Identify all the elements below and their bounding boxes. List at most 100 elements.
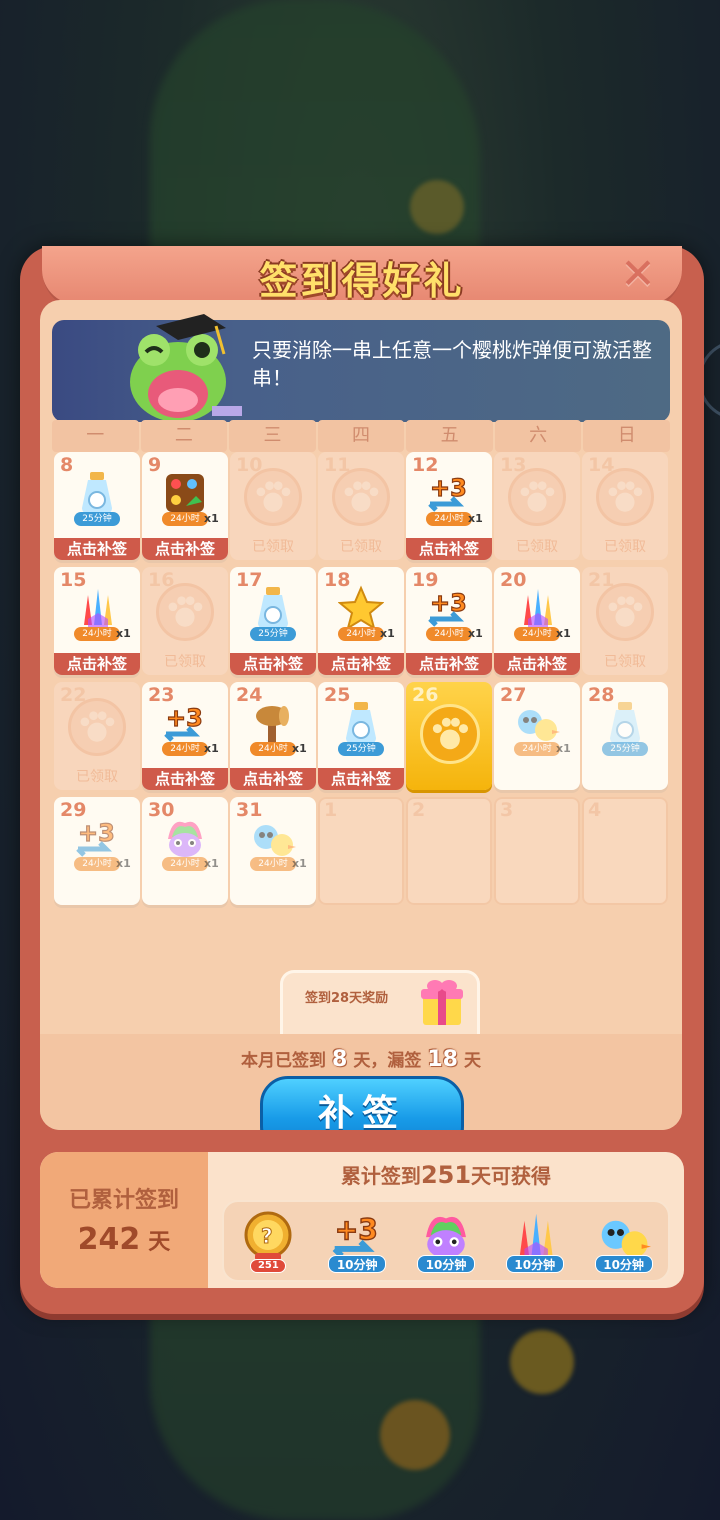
calendar-day-9[interactable]: 9 24小时 x1 点击补签 (142, 452, 228, 560)
reward-duration: 24小时 (338, 627, 384, 641)
critters-icon (514, 700, 560, 746)
svg-text:+3: +3 (430, 474, 467, 502)
panel-title: 签到得好礼 (259, 259, 465, 303)
reward-duration: 25分钟 (602, 742, 648, 756)
calendar-day-10: 10 已领取 (230, 452, 316, 560)
claimed-label: 已领取 (76, 769, 118, 785)
critters-icon (250, 815, 296, 861)
claimed-label: 已领取 (340, 539, 382, 555)
weekday-label: 一 (52, 420, 139, 452)
plus3-icon: +3 (162, 700, 208, 746)
calendar-day-25[interactable]: 25 25分钟 点击补签 (318, 682, 404, 790)
makeup-label: 点击补签 (406, 653, 492, 675)
cumulative-reward[interactable]: ? 251 (235, 1205, 301, 1277)
reward-duration: 25分钟 (74, 512, 120, 526)
calendar-day-18[interactable]: 18 24小时 x1 点击补签 (318, 567, 404, 675)
reward-duration: 25分钟 (250, 627, 296, 641)
calendar-day-31: 31 24小时 x1 (230, 797, 316, 905)
calendar-day-24[interactable]: 24 24小时 x1 点击补签 (230, 682, 316, 790)
reward-quantity: x1 (292, 857, 307, 870)
day-number: 26 (412, 684, 439, 706)
reward-duration: 25分钟 (338, 742, 384, 756)
reward-duration: 24小时 (250, 742, 296, 756)
reward-quantity: x1 (204, 742, 219, 755)
weekday-label: 二 (140, 420, 228, 452)
cumulative-reward[interactable]: 10分钟 (502, 1205, 568, 1277)
cumulative-reward[interactable]: +3 10分钟 (324, 1205, 390, 1277)
calendar-area: 只要消除一串上任意一个樱桃炸弹便可激活整串！ 一 二 三 四 五 六 日 8 25… (40, 300, 682, 1130)
day-number: 4 (588, 799, 602, 821)
tip-banner: 只要消除一串上任意一个樱桃炸弹便可激活整串！ (52, 314, 670, 422)
gift-icon (421, 980, 463, 1025)
calendar-day-23[interactable]: 23 +3 24小时 x1 点击补签 (142, 682, 228, 790)
bird-icon (162, 815, 208, 861)
medal-icon: ? (241, 1209, 295, 1263)
makeup-label: 点击补签 (406, 538, 492, 560)
reward-quantity: x1 (468, 627, 483, 640)
reward-duration: 24小时 (162, 857, 208, 871)
calendar-day-8[interactable]: 8 25分钟 点击补签 (54, 452, 140, 560)
makeup-label: 点击补签 (318, 768, 404, 790)
calendar-day-12[interactable]: 12 +3 24小时 x1 点击补签 (406, 452, 492, 560)
svg-text:+3: +3 (430, 589, 467, 617)
calendar-day-19[interactable]: 19 +3 24小时 x1 点击补签 (406, 567, 492, 675)
cumulative-goal: 累计签到251天可获得 (208, 1160, 684, 1189)
bonus-label: 签到28天奖励 (305, 991, 389, 1006)
weekday-label: 日 (583, 420, 671, 452)
reward-duration: 10分钟 (328, 1255, 387, 1273)
reward-quantity: x1 (204, 857, 219, 870)
claimed-label: 已领取 (604, 539, 646, 555)
calendar-day-30: 30 24小时 x1 (142, 797, 228, 905)
cumulative-reward[interactable]: 10分钟 (413, 1205, 479, 1277)
background-node (510, 1330, 574, 1394)
day-number: 9 (148, 454, 162, 476)
potion-icon (250, 585, 296, 631)
calendar-day-11: 11 已领取 (318, 452, 404, 560)
reward-quantity: x1 (380, 627, 395, 640)
goal-suffix: 天可获得 (471, 1164, 552, 1188)
summary-area: 本月已签到 8 天，漏签 18 天 补签 (40, 1034, 682, 1130)
calendar-day-26[interactable]: 26 (406, 682, 492, 790)
claimed-label: 已领取 (604, 654, 646, 670)
paw-icon (596, 468, 654, 526)
close-button[interactable]: ✕ (616, 252, 660, 296)
plus3-icon: +3 (74, 815, 120, 861)
calendar-day-13: 13 已领取 (494, 452, 580, 560)
makeup-label: 点击补签 (142, 538, 228, 560)
reward-list: ? 251 +3 10分钟 10分钟 10分钟 10分钟 (222, 1200, 670, 1282)
day-number: 3 (500, 799, 514, 821)
bonus-28-tab[interactable]: 签到28天奖励 (280, 970, 480, 1036)
cumulative-reward[interactable]: 10分钟 (591, 1205, 657, 1277)
claimed-label: 已领取 (516, 539, 558, 555)
makeup-label: 点击补签 (54, 538, 140, 560)
svg-text:+3: +3 (78, 819, 115, 847)
reward-quantity: x1 (468, 512, 483, 525)
reward-quantity: x1 (116, 857, 131, 870)
plus3-icon: +3 (426, 585, 472, 631)
signin-summary: 本月已签到 8 天，漏签 18 天 (40, 1046, 682, 1072)
makeup-signin-button[interactable]: 补签 (260, 1076, 464, 1130)
goal-prefix: 累计签到 (340, 1164, 421, 1188)
calendar-day-29: 29 +3 24小时 x1 (54, 797, 140, 905)
hammer-icon (250, 700, 296, 746)
calendar-day-14: 14 已领取 (582, 452, 668, 560)
paw-icon (244, 468, 302, 526)
cumulative-days: 242 天 (40, 1222, 208, 1257)
calendar-day-17[interactable]: 17 25分钟 点击补签 (230, 567, 316, 675)
reward-duration: 24小时 (162, 512, 208, 526)
reward-duration: 24小时 (74, 627, 120, 641)
reward-quantity: x1 (292, 742, 307, 755)
cumulative-days-value: 242 (77, 1222, 141, 1257)
calendar-day-28: 28 25分钟 (582, 682, 668, 790)
reward-duration: 24小时 (74, 857, 120, 871)
calendar-day-21: 21 已领取 (582, 567, 668, 675)
calendar-day-15[interactable]: 15 24小时 x1 点击补签 (54, 567, 140, 675)
potion-icon (602, 700, 648, 746)
makeup-label: 点击补签 (318, 653, 404, 675)
calendar-day-20[interactable]: 20 24小时 x1 点击补签 (494, 567, 580, 675)
reward-duration: 24小时 (514, 742, 560, 756)
star-icon (337, 585, 385, 631)
calendar-day-1: 1 (318, 797, 404, 905)
reward-quantity: x1 (556, 742, 571, 755)
goal-days: 251 (420, 1161, 472, 1189)
